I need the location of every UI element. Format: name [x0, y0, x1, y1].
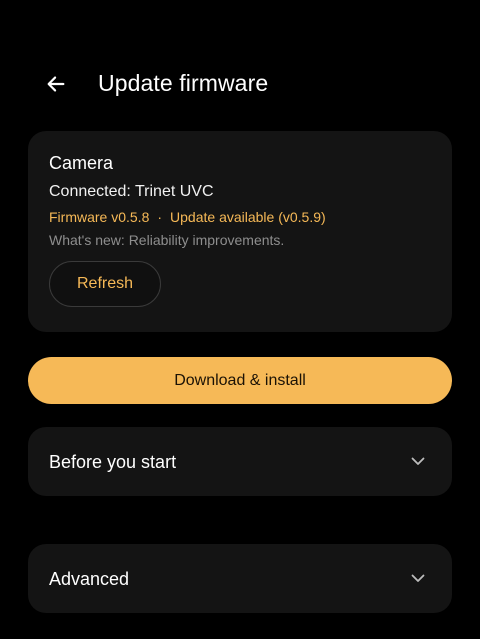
- whats-new-text: What's new: Reliability improvements.: [49, 232, 285, 248]
- refresh-button[interactable]: Refresh: [49, 261, 161, 307]
- update-available-status: Update available (v0.5.9): [170, 209, 326, 225]
- section-label: Before you start: [49, 452, 177, 472]
- section-advanced[interactable]: Advanced: [28, 544, 452, 613]
- chevron-down-icon: [410, 453, 426, 469]
- firmware-version: Firmware v0.5.8: [49, 209, 150, 225]
- download-install-button[interactable]: Download & install: [28, 357, 452, 404]
- page-title: Update firmware: [98, 70, 269, 96]
- section-before-you-start[interactable]: Before you start: [28, 427, 452, 496]
- device-title: Camera: [49, 153, 114, 173]
- device-card: Camera Connected: Trinet UVC Firmware v0…: [28, 131, 452, 332]
- app-header: Update firmware: [0, 56, 480, 112]
- back-button[interactable]: [36, 64, 76, 104]
- chevron-down-icon: [410, 570, 426, 586]
- section-label: Advanced: [49, 569, 130, 589]
- arrow-left-icon: [47, 76, 65, 92]
- connection-status: Connected: Trinet UVC: [49, 183, 214, 200]
- firmware-status-line: Firmware v0.5.8 · Update available (v0.5.9…: [49, 209, 326, 225]
- separator-dot: ·: [157, 209, 163, 225]
